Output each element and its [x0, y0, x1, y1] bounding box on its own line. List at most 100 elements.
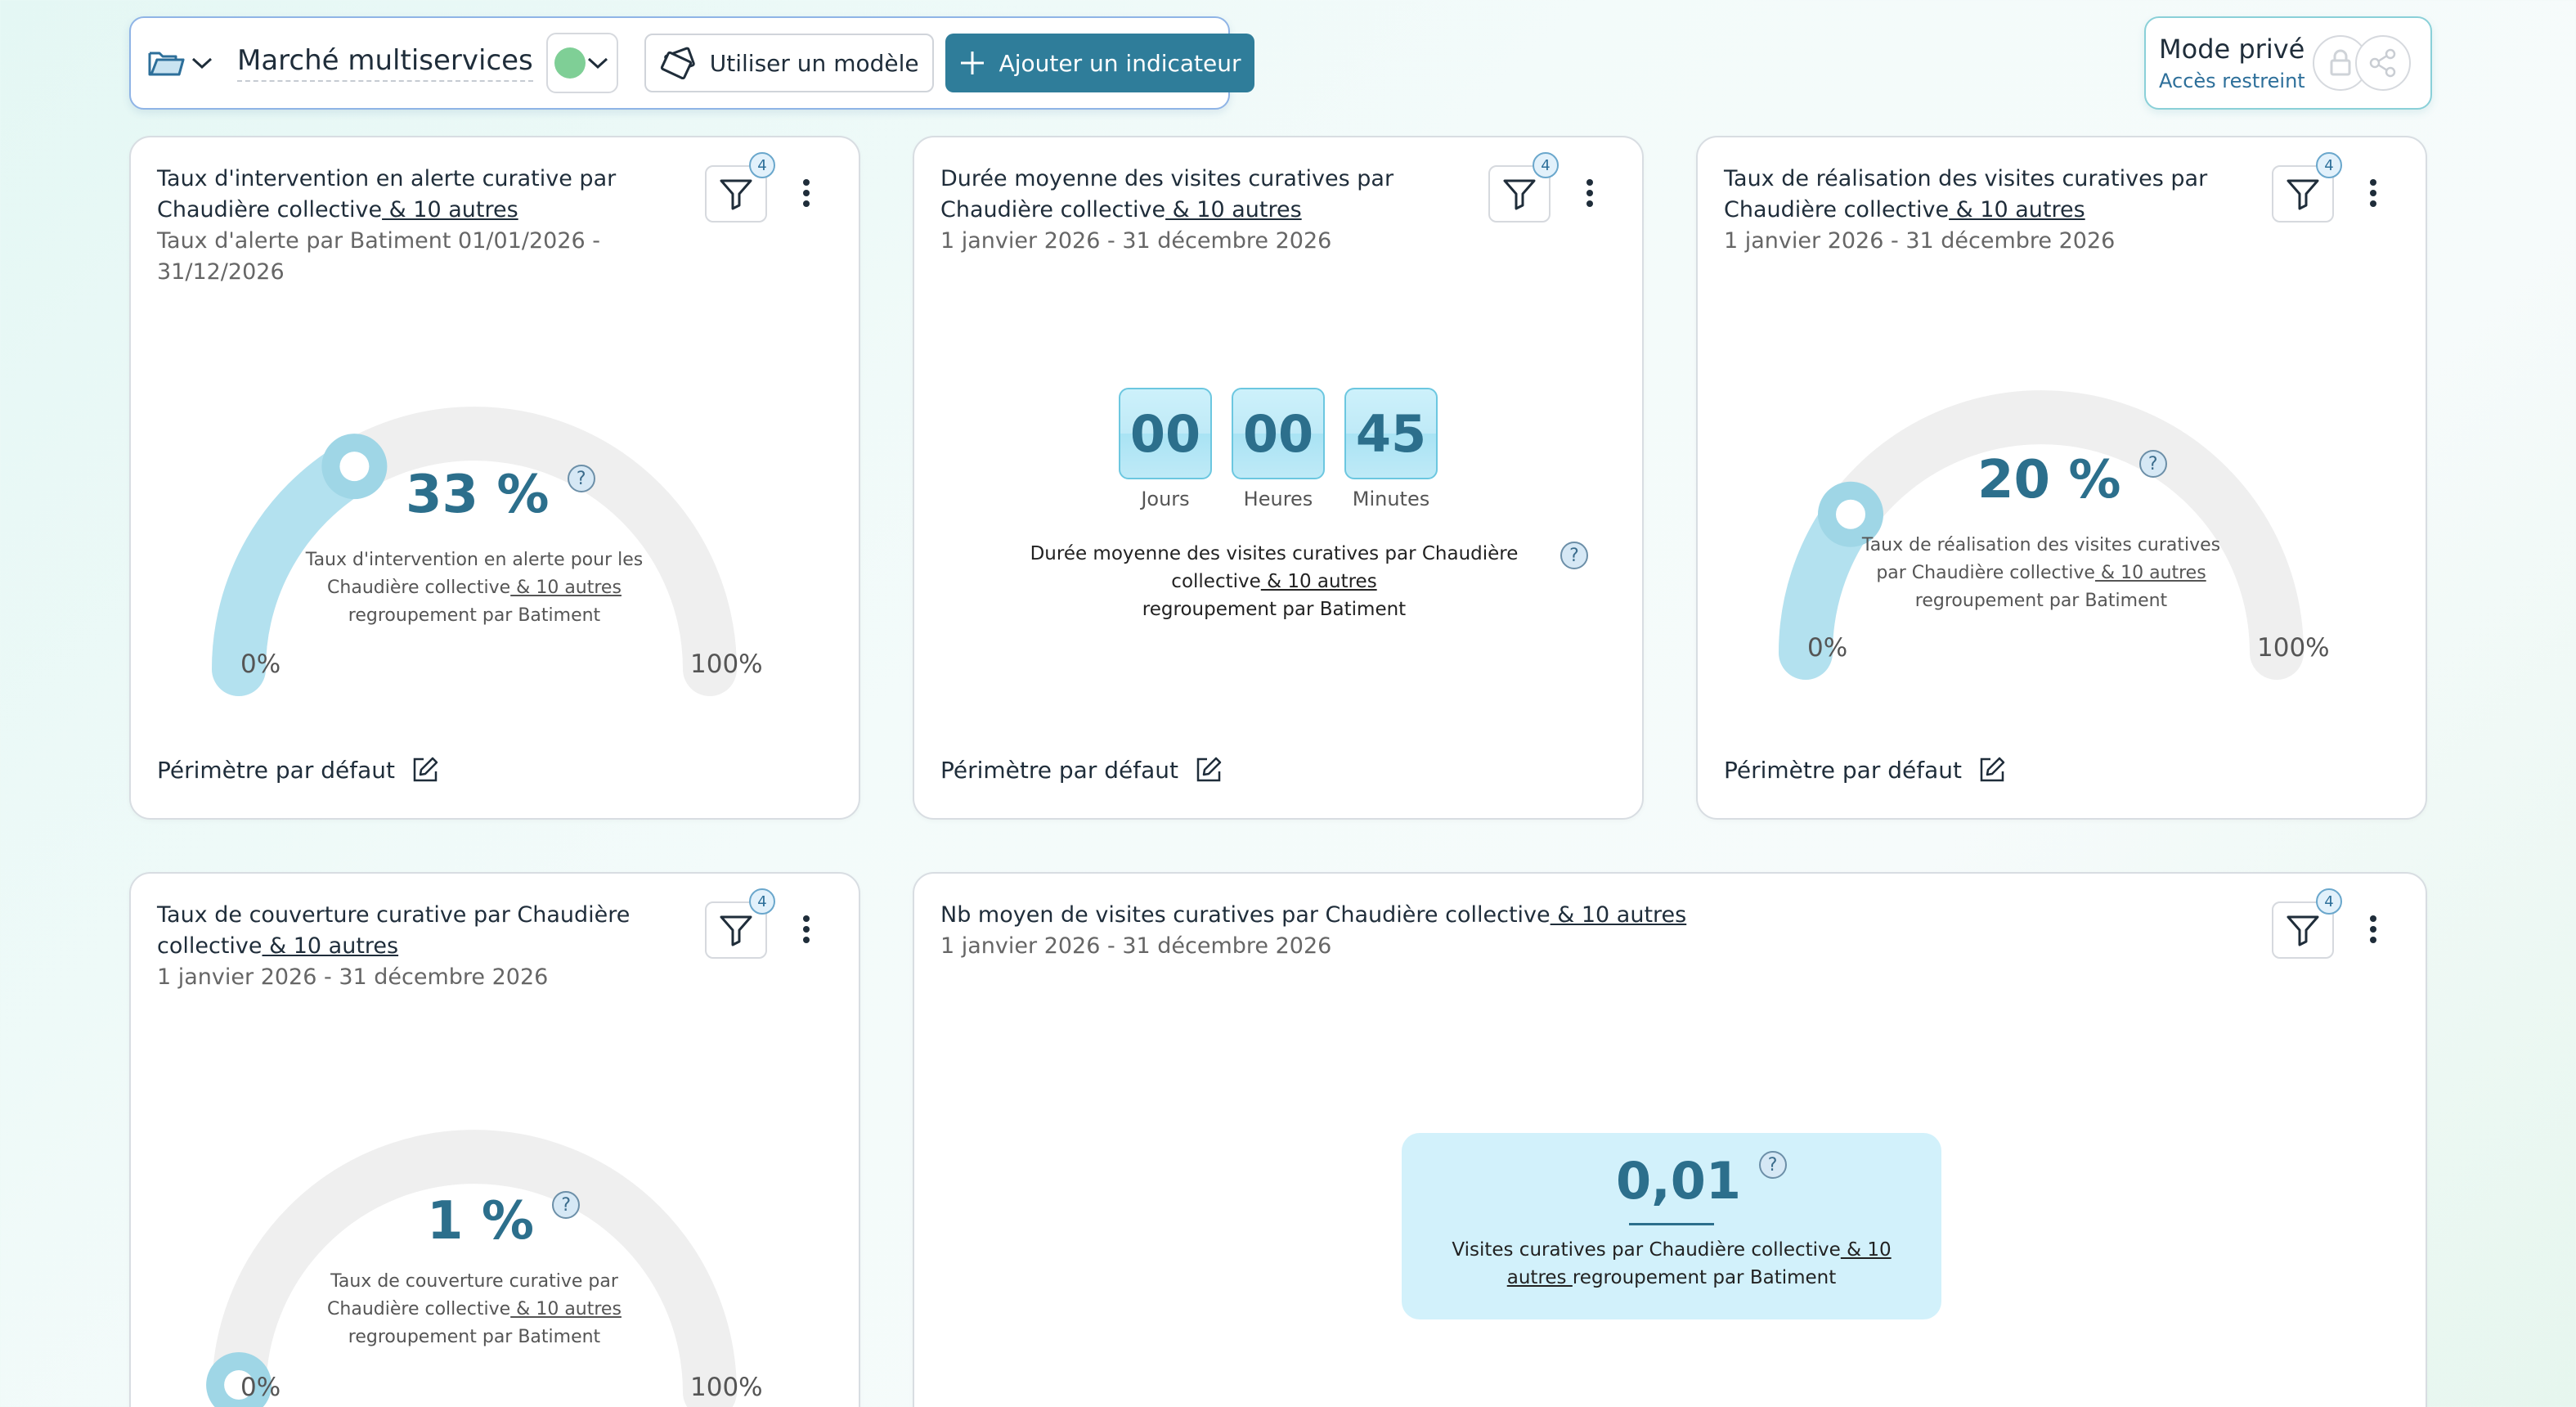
- filter-icon: [720, 915, 752, 946]
- card-title-link[interactable]: & 10 autres: [382, 197, 518, 223]
- gauge-value: 20 % ?: [1977, 450, 2167, 510]
- desc-line-2: regroupement par Batiment: [1572, 1267, 1837, 1288]
- desc-link[interactable]: & 10 autres: [2095, 563, 2206, 583]
- card-title-link[interactable]: & 10 autres: [1165, 197, 1302, 223]
- indicator-card-coverage-rate: Taux de couverture curative par Chaudièr…: [129, 872, 860, 1407]
- desc-link[interactable]: & 10 autres: [510, 1299, 622, 1319]
- gauge: [1779, 390, 2304, 680]
- card-title-text: Nb moyen de visites curatives par Chaudi…: [940, 902, 1551, 928]
- add-indicator-label: Ajouter un indicateur: [999, 49, 1241, 77]
- card-subtitle: Taux d'alerte par Batiment 01/01/2026 - …: [157, 228, 601, 285]
- desc-line-3: regroupement par Batiment: [1142, 599, 1407, 620]
- kpi-value-box: 0,01 ? Visites curatives par Chaudière c…: [1402, 1133, 1941, 1319]
- gauge-min-label: 0%: [240, 650, 281, 679]
- scope-label: Périmètre par défaut: [157, 756, 395, 784]
- days-counter: 00: [1119, 388, 1212, 479]
- kpi-underline: [1629, 1223, 1714, 1225]
- gauge-value-text: 1 %: [427, 1191, 534, 1252]
- card-title-link[interactable]: & 10 autres: [263, 933, 398, 959]
- indicator-card-alert-rate: Taux d'intervention en alerte curative p…: [129, 136, 860, 820]
- minutes-counter: 45: [1344, 388, 1438, 479]
- filter-icon: [720, 179, 752, 210]
- card-subtitle: 1 janvier 2026 - 31 décembre 2026: [940, 933, 1332, 959]
- privacy-icons: [2313, 32, 2419, 94]
- card-title-link[interactable]: & 10 autres: [1949, 197, 2085, 223]
- card-subtitle: 1 janvier 2026 - 31 décembre 2026: [940, 228, 1332, 254]
- card-title: Durée moyenne des visites curatives par …: [940, 164, 1497, 226]
- desc-line-1: Visites curatives par Chaudière collecti…: [1452, 1239, 1841, 1261]
- scope-label: Périmètre par défaut: [940, 756, 1178, 784]
- more-options-icon[interactable]: [798, 175, 815, 216]
- days-label: Jours: [1141, 488, 1190, 510]
- help-icon[interactable]: ?: [1758, 1151, 1787, 1179]
- filter-button[interactable]: 4: [2272, 888, 2342, 959]
- filter-icon: [2287, 915, 2319, 946]
- edit-icon[interactable]: [1978, 756, 2006, 784]
- more-options-icon[interactable]: [2365, 175, 2381, 216]
- desc-line-1: Taux d'intervention en alerte pour les: [305, 550, 644, 570]
- kpi-value-text: 0,01: [1616, 1151, 1741, 1211]
- gauge: [212, 407, 737, 696]
- edit-icon[interactable]: [411, 756, 439, 784]
- desc-link-2[interactable]: autres: [1507, 1267, 1573, 1288]
- template-cards-icon: [660, 47, 695, 79]
- scope-label: Périmètre par défaut: [1724, 756, 1962, 784]
- folder-menu[interactable]: [147, 48, 214, 78]
- hours-counter: 00: [1232, 388, 1325, 479]
- gauge-description: Taux de couverture curative par Chaudièr…: [278, 1268, 671, 1351]
- desc-line-3: regroupement par Batiment: [1914, 591, 2168, 611]
- desc-line-1: Taux de réalisation des visites curative…: [1861, 535, 2221, 555]
- filter-button[interactable]: 4: [705, 152, 775, 223]
- filter-button[interactable]: 4: [705, 888, 775, 959]
- desc-line-2: Chaudière collective: [327, 578, 511, 598]
- card-title: Taux de réalisation des visites curative…: [1724, 164, 2215, 226]
- card-footer: Périmètre par défaut: [157, 756, 439, 784]
- filter-icon: [2287, 179, 2319, 210]
- status-select[interactable]: [545, 33, 618, 93]
- help-icon[interactable]: ?: [552, 1191, 581, 1219]
- desc-line-1: Taux de couverture curative par: [330, 1271, 618, 1292]
- filter-count-badge: 4: [749, 888, 775, 915]
- desc-link[interactable]: & 10 autres: [1261, 571, 1377, 592]
- dashboard-toolbar: Marché multiservices Utiliser un modèle …: [129, 16, 1254, 110]
- filter-button[interactable]: 4: [1488, 152, 1559, 223]
- desc-line-2: par Chaudière collective: [1876, 563, 2095, 583]
- desc-link-1[interactable]: & 10: [1841, 1239, 1892, 1261]
- desc-line-3: regroupement par Batiment: [348, 605, 601, 626]
- gauge-value: 33 % ?: [406, 465, 595, 525]
- chevron-down-icon: [191, 57, 213, 70]
- more-options-icon[interactable]: [2365, 911, 2381, 952]
- gauge-value-text: 20 %: [1977, 450, 2121, 510]
- gauge-value: 1 % ?: [427, 1191, 581, 1252]
- filter-button[interactable]: 4: [2272, 152, 2342, 223]
- help-icon[interactable]: ?: [567, 465, 595, 492]
- desc-line-1: Durée moyenne des visites curatives par …: [1030, 543, 1519, 564]
- desc-line-3: regroupement par Batiment: [348, 1327, 601, 1347]
- gauge-value-text: 33 %: [406, 465, 550, 525]
- indicator-card-completion-rate: Taux de réalisation des visites curative…: [1696, 136, 2427, 820]
- filter-count-badge: 4: [749, 152, 775, 178]
- privacy-mode-label: Mode privé: [2159, 34, 2305, 65]
- card-title-link[interactable]: & 10 autres: [1551, 902, 1686, 928]
- gauge-description: Taux de réalisation des visites curative…: [1845, 532, 2237, 615]
- more-options-icon[interactable]: [1582, 175, 1598, 216]
- help-icon[interactable]: ?: [2138, 450, 2167, 478]
- gauge-min-label: 0%: [1807, 633, 1848, 663]
- use-template-button[interactable]: Utiliser un modèle: [644, 34, 934, 92]
- card-subtitle: 1 janvier 2026 - 31 décembre 2026: [1724, 228, 2116, 254]
- more-options-icon[interactable]: [798, 911, 815, 952]
- gauge-max-label: 100%: [690, 1373, 763, 1402]
- dashboard-title[interactable]: Marché multiservices: [237, 44, 533, 82]
- status-dot: [554, 47, 586, 79]
- privacy-mode-toggle[interactable]: Mode privé Accès restreint: [2144, 16, 2432, 110]
- duration-description: Durée moyenne des visites curatives par …: [1029, 540, 1519, 623]
- help-icon[interactable]: ?: [1560, 542, 1588, 569]
- filter-icon: [1503, 179, 1536, 210]
- edit-icon[interactable]: [1195, 756, 1223, 784]
- folder-open-icon: [148, 52, 185, 76]
- share-icon: [2355, 35, 2411, 91]
- gauge-max-label: 100%: [690, 650, 763, 679]
- add-indicator-button[interactable]: Ajouter un indicateur: [945, 34, 1254, 92]
- desc-link[interactable]: & 10 autres: [510, 578, 622, 598]
- gauge-min-label: 0%: [240, 1373, 281, 1402]
